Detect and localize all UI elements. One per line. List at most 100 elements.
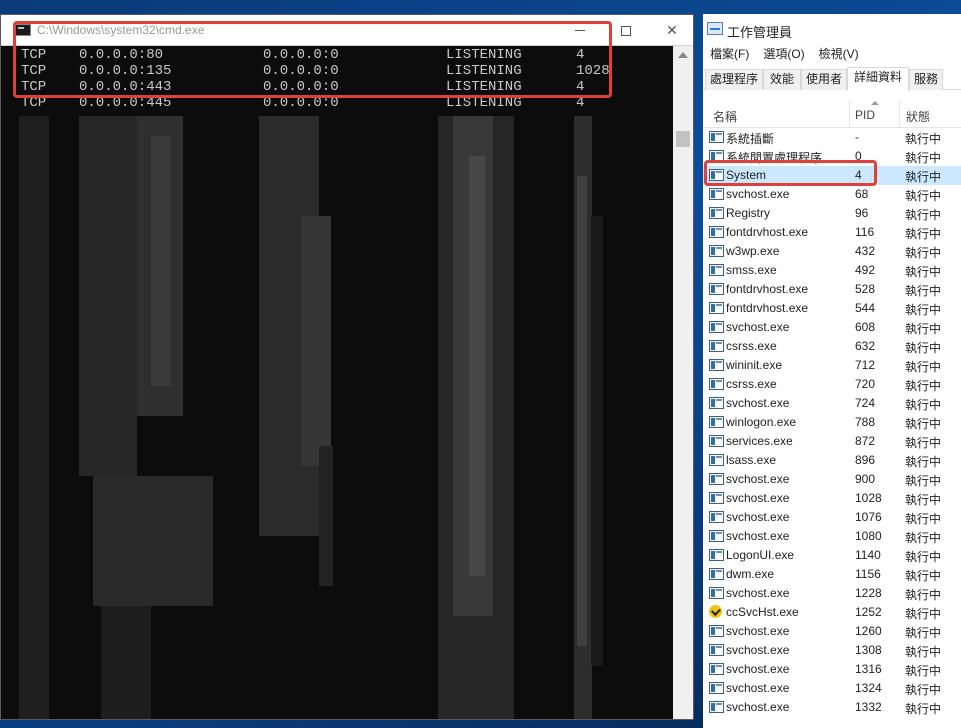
table-row[interactable]: fontdrvhost.exe 116 執行中 (703, 223, 961, 242)
process-status: 執行中 (905, 664, 942, 678)
process-pid: 68 (855, 187, 869, 201)
menu-view[interactable]: 檢視(V) (812, 46, 866, 66)
process-name: fontdrvhost.exe (726, 282, 809, 296)
process-pid: 116 (855, 225, 875, 239)
table-row[interactable]: winlogon.exe 788 執行中 (703, 413, 961, 432)
table-row[interactable]: Registry 96 執行中 (703, 204, 961, 223)
table-row[interactable]: smss.exe 492 執行中 (703, 261, 961, 280)
process-status: 執行中 (905, 322, 942, 336)
column-header-name[interactable]: 名稱 (713, 108, 737, 125)
scroll-thumb[interactable] (676, 131, 690, 147)
tab-services[interactable]: 服務 (909, 69, 943, 90)
table-row[interactable]: lsass.exe 896 執行中 (703, 451, 961, 470)
column-header-pid[interactable]: PID (855, 108, 875, 122)
table-row[interactable]: svchost.exe 724 執行中 (703, 394, 961, 413)
menu-file[interactable]: 檔案(F) (703, 46, 756, 66)
process-status: 執行中 (905, 607, 942, 621)
table-row[interactable]: svchost.exe 1260 執行中 (703, 622, 961, 641)
tab-users[interactable]: 使用者 (801, 69, 847, 90)
process-status: 執行中 (905, 170, 942, 184)
process-pid: 1252 (855, 605, 882, 619)
table-row[interactable]: wininit.exe 712 執行中 (703, 356, 961, 375)
table-row[interactable]: ccSvcHst.exe 1252 執行中 (703, 603, 961, 622)
process-window-icon (709, 378, 724, 390)
table-row[interactable]: w3wp.exe 432 執行中 (703, 242, 961, 261)
process-status: 執行中 (905, 208, 942, 222)
netstat-highlight-box (13, 21, 612, 98)
table-row[interactable]: services.exe 872 執行中 (703, 432, 961, 451)
process-pid: 872 (855, 434, 876, 448)
process-status: 執行中 (905, 227, 942, 241)
close-button[interactable]: ✕ (649, 15, 695, 46)
process-status: 執行中 (905, 379, 942, 393)
process-pid: 608 (855, 320, 876, 334)
process-pid: 1260 (855, 624, 882, 638)
process-status: 執行中 (905, 398, 942, 412)
column-header-status[interactable]: 狀態 (906, 108, 930, 125)
table-row[interactable]: LogonUI.exe 1140 執行中 (703, 546, 961, 565)
table-row[interactable]: svchost.exe 1332 執行中 (703, 698, 961, 717)
process-status: 執行中 (905, 569, 942, 583)
process-status: 執行中 (905, 341, 942, 355)
process-name: svchost.exe (726, 187, 790, 201)
details-table-body: 系統插斷 - 執行中 系統閒置處理程序 0 執行中 System 4 執行中 svchost.ex… (703, 128, 961, 717)
scroll-up-arrow-icon[interactable] (678, 52, 688, 58)
process-window-icon (709, 492, 724, 504)
table-row[interactable]: svchost.exe 1080 執行中 (703, 527, 961, 546)
table-row[interactable]: svchost.exe 900 執行中 (703, 470, 961, 489)
process-name: svchost.exe (726, 472, 790, 486)
process-pid: 1228 (855, 586, 882, 600)
details-horizontal-scrollbar[interactable] (703, 720, 961, 728)
process-name: svchost.exe (726, 529, 790, 543)
process-window-icon (709, 359, 724, 371)
process-name: svchost.exe (726, 700, 790, 714)
table-row[interactable]: svchost.exe 1028 執行中 (703, 489, 961, 508)
table-row[interactable]: svchost.exe 1316 執行中 (703, 660, 961, 679)
process-name: lsass.exe (726, 453, 777, 467)
process-status: 執行中 (905, 626, 942, 640)
table-row[interactable]: fontdrvhost.exe 528 執行中 (703, 280, 961, 299)
tab-performance[interactable]: 效能 (763, 69, 801, 90)
process-name: smss.exe (726, 263, 777, 277)
table-row[interactable]: fontdrvhost.exe 544 執行中 (703, 299, 961, 318)
table-row[interactable]: csrss.exe 720 執行中 (703, 375, 961, 394)
process-window-icon (709, 416, 724, 428)
maximize-icon (621, 25, 631, 36)
check-shield-icon (709, 605, 724, 618)
table-row[interactable]: svchost.exe 1076 執行中 (703, 508, 961, 527)
process-name: fontdrvhost.exe (726, 301, 809, 315)
process-name: services.exe (726, 434, 793, 448)
close-icon: ✕ (666, 22, 678, 39)
cmd-scrollbar[interactable] (673, 46, 693, 719)
table-row[interactable]: svchost.exe 1228 執行中 (703, 584, 961, 603)
process-window-icon (709, 435, 724, 447)
task-manager-icon (707, 22, 723, 35)
column-divider[interactable] (849, 100, 850, 128)
table-row[interactable]: svchost.exe 1308 執行中 (703, 641, 961, 660)
table-row[interactable]: csrss.exe 632 執行中 (703, 337, 961, 356)
table-row[interactable]: dwm.exe 1156 執行中 (703, 565, 961, 584)
process-pid: 900 (855, 472, 876, 486)
tab-processes[interactable]: 處理程序 (705, 69, 763, 90)
process-status: 執行中 (905, 284, 942, 298)
cmd-window: C:\Windows\system32\cmd.exe ✕ TCP 0.0.0.… (0, 14, 694, 720)
process-status: 執行中 (905, 360, 942, 374)
table-row[interactable]: svchost.exe 608 執行中 (703, 318, 961, 337)
process-pid: 96 (855, 206, 869, 220)
process-name: svchost.exe (726, 586, 790, 600)
process-pid: 1080 (855, 529, 882, 543)
process-window-icon (709, 283, 724, 295)
process-status: 執行中 (905, 189, 942, 203)
column-divider[interactable] (899, 100, 900, 128)
process-status: 執行中 (905, 550, 942, 564)
table-row[interactable]: 系統插斷 - 執行中 (703, 128, 961, 147)
menu-options[interactable]: 選項(O) (756, 46, 811, 66)
cmd-console-output[interactable]: TCP 0.0.0.0:80 0.0.0.0:0 LISTENING 4 TCP… (1, 46, 673, 719)
tab-details[interactable]: 詳細資料 (847, 67, 909, 91)
process-status: 執行中 (905, 474, 942, 488)
process-name: ccSvcHst.exe (726, 605, 799, 619)
process-name: Registry (726, 206, 771, 220)
process-pid: 1324 (855, 681, 882, 695)
table-row[interactable]: svchost.exe 1324 執行中 (703, 679, 961, 698)
table-row[interactable]: svchost.exe 68 執行中 (703, 185, 961, 204)
